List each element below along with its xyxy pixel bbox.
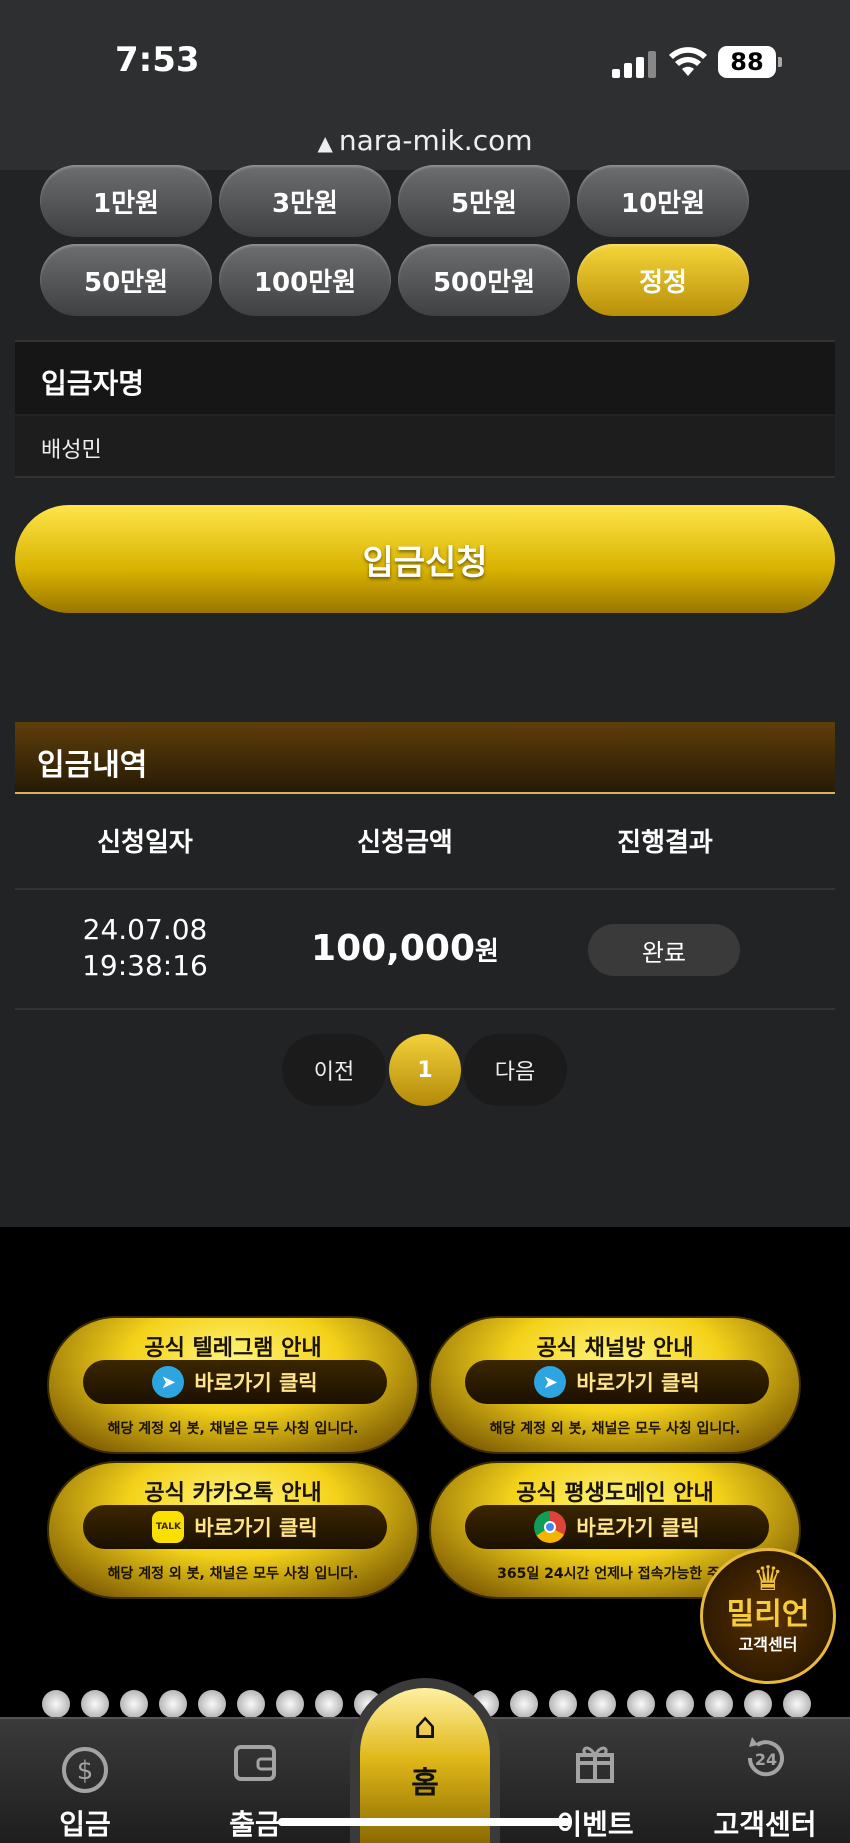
- support-badge-subtitle: 고객센터: [738, 1635, 798, 1654]
- amount-button-500k[interactable]: 50만원: [40, 244, 212, 316]
- amount-button-1m[interactable]: 100만원: [219, 244, 391, 316]
- nav-item-deposit[interactable]: $ 입금: [0, 1719, 170, 1843]
- pager-page-1[interactable]: 1: [389, 1034, 461, 1106]
- provider-logo: [549, 1690, 577, 1718]
- banner-link-label: 바로가기 클릭: [194, 1516, 318, 1540]
- warning-icon: ▲: [317, 131, 333, 155]
- column-header-amount: 신청금액: [357, 828, 453, 858]
- row-amount-unit: 원: [475, 937, 499, 967]
- telegram-banner[interactable]: 공식 텔레그램 안내 ➤ 바로가기 클릭 해당 계정 외 봇, 채널은 모두 사…: [47, 1316, 419, 1454]
- deposit-page: 1만원 3만원 5만원 10만원 50만원 100만원 500만원 정정 입금자…: [0, 165, 850, 1227]
- banner-title: 공식 채널방 안내: [536, 1336, 694, 1361]
- banner-link-button[interactable]: ➤ 바로가기 클릭: [465, 1360, 769, 1404]
- banner-note: 해당 계정 외 봇, 채널은 모두 사칭 입니다.: [107, 1421, 359, 1437]
- provider-logo: [666, 1690, 694, 1718]
- banner-link-button[interactable]: ➤ 바로가기 클릭: [83, 1360, 387, 1404]
- provider-logo: [744, 1690, 772, 1718]
- banner-link-label: 바로가기 클릭: [576, 1516, 700, 1540]
- table-row-date: 24.07.08 19:38:16: [15, 912, 275, 984]
- banner-link-label: 바로가기 클릭: [194, 1371, 318, 1395]
- banner-title: 공식 카카오톡 안내: [144, 1481, 322, 1506]
- amount-button-5m[interactable]: 500만원: [398, 244, 570, 316]
- cellular-signal-icon: [612, 50, 660, 78]
- provider-logo: [276, 1690, 304, 1718]
- dollar-coin-icon: $: [62, 1747, 108, 1793]
- column-header-result: 진행결과: [617, 828, 713, 858]
- amount-button-10k[interactable]: 1만원: [40, 165, 212, 237]
- deposit-request-button[interactable]: 입금신청: [15, 505, 835, 613]
- column-header-date: 신청일자: [97, 828, 193, 858]
- provider-logo: [42, 1690, 70, 1718]
- channel-banner[interactable]: 공식 채널방 안내 ➤ 바로가기 클릭 해당 계정 외 봇, 채널은 모두 사칭…: [429, 1316, 801, 1454]
- depositor-label-row: 입금자명: [15, 342, 835, 414]
- home-indicator: [278, 1818, 572, 1826]
- row-date-day: 24.07.08: [82, 913, 208, 946]
- depositor-label: 입금자명: [41, 367, 145, 400]
- provider-logo: [510, 1690, 538, 1718]
- amount-row-1: 1만원 3만원 5만원 10만원: [40, 165, 749, 237]
- history-title: 입금내역: [37, 748, 148, 783]
- nav-item-support[interactable]: 24 고객센터: [680, 1719, 850, 1843]
- nav-label: 홈: [411, 1766, 439, 1801]
- amount-button-100k[interactable]: 10만원: [577, 165, 749, 237]
- depositor-name-value: 배성민: [41, 438, 102, 463]
- banner-title: 공식 평생도메인 안내: [516, 1481, 714, 1506]
- pager-next-button[interactable]: 다음: [463, 1034, 567, 1106]
- provider-logo: [705, 1690, 733, 1718]
- address-bar[interactable]: ▲ nara-mik.com: [0, 124, 850, 157]
- telegram-icon: ➤: [534, 1366, 567, 1398]
- amount-row-2: 50만원 100만원 500만원 정정: [40, 244, 749, 316]
- table-row-amount: 100,000원: [275, 928, 535, 969]
- kakaotalk-banner[interactable]: 공식 카카오톡 안내 TALK 바로가기 클릭 해당 계정 외 봇, 채널은 모…: [47, 1461, 419, 1599]
- provider-logo: [81, 1690, 109, 1718]
- status-badge: 완료: [588, 924, 740, 976]
- provider-logo: [159, 1690, 187, 1718]
- nav-label: 고객센터: [713, 1808, 817, 1841]
- divider: [15, 888, 835, 890]
- wifi-icon: [669, 47, 707, 76]
- history-header: 입금내역: [15, 722, 835, 794]
- crown-icon: ♛: [752, 1559, 784, 1599]
- status-time: 7:53: [115, 40, 200, 80]
- provider-logo: [627, 1690, 655, 1718]
- reset-amount-button[interactable]: 정정: [577, 244, 749, 316]
- banner-link-button[interactable]: 바로가기 클릭: [465, 1505, 769, 1549]
- banner-link-button[interactable]: TALK 바로가기 클릭: [83, 1505, 387, 1549]
- banner-link-label: 바로가기 클릭: [576, 1371, 700, 1395]
- banner-title: 공식 텔레그램 안내: [144, 1336, 322, 1361]
- svg-text:$: $: [77, 1756, 94, 1786]
- banner-note: 해당 계정 외 봇, 채널은 모두 사칭 입니다.: [489, 1421, 741, 1437]
- amount-button-50k[interactable]: 5만원: [398, 165, 570, 237]
- provider-logo: [588, 1690, 616, 1718]
- divider: [15, 1008, 835, 1010]
- 24h-support-icon: 24: [747, 1737, 784, 1777]
- row-amount-value: 100,000: [311, 928, 476, 969]
- provider-logo: [783, 1690, 811, 1718]
- nav-label: 입금: [59, 1808, 111, 1841]
- banner-note: 해당 계정 외 봇, 채널은 모두 사칭 입니다.: [107, 1566, 359, 1582]
- pager-prev-button[interactable]: 이전: [282, 1034, 386, 1106]
- provider-logo: [198, 1690, 226, 1718]
- url-text: nara-mik.com: [338, 124, 533, 157]
- provider-logo: [315, 1690, 343, 1718]
- kakaotalk-icon: TALK: [152, 1511, 185, 1543]
- gift-icon: [576, 1746, 614, 1783]
- telegram-icon: ➤: [152, 1366, 185, 1398]
- chrome-icon: [534, 1511, 567, 1543]
- provider-logo: [120, 1690, 148, 1718]
- row-date-time: 19:38:16: [82, 949, 208, 982]
- support-badge-title: 밀리언: [726, 1597, 810, 1632]
- home-icon: ⌂: [413, 1706, 437, 1747]
- floating-support-badge[interactable]: ♛ 밀리언 고객센터: [700, 1548, 836, 1684]
- battery-indicator: 88: [718, 46, 782, 78]
- svg-text:24: 24: [755, 1750, 777, 1769]
- amount-button-30k[interactable]: 3만원: [219, 165, 391, 237]
- browser-chrome: 7:53 88 ▲ nara-mik.com: [0, 0, 850, 170]
- provider-logo: [237, 1690, 265, 1718]
- wallet-icon: [234, 1745, 276, 1781]
- depositor-name-field[interactable]: 배성민: [15, 416, 835, 478]
